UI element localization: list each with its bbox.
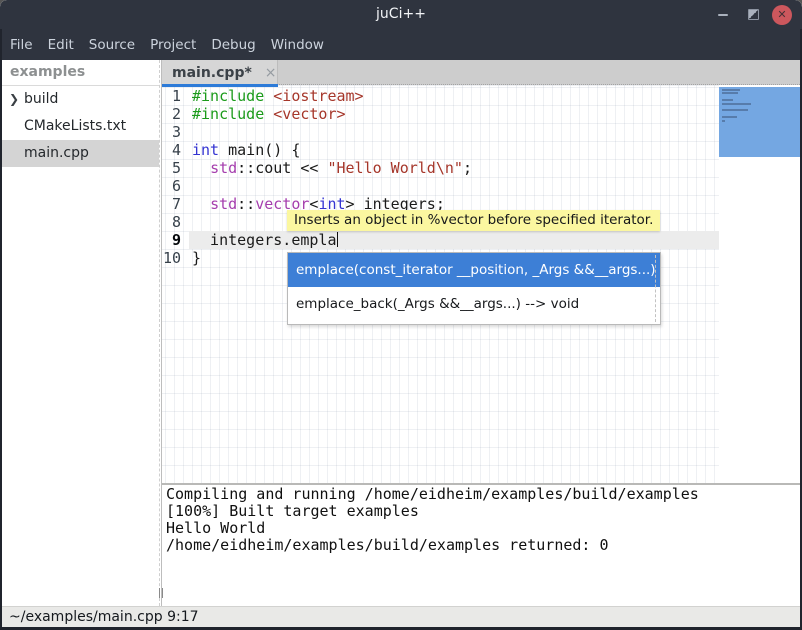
code-line-2[interactable]: 2#include <vector> <box>162 105 719 123</box>
maximize-icon <box>748 9 759 20</box>
minimap-line <box>722 99 733 101</box>
window-controls: ✕ <box>712 0 792 29</box>
minimap-line <box>722 92 738 94</box>
text-cursor <box>337 232 339 247</box>
file-tree: ❯ build CMakeLists.txt main.cpp <box>2 86 159 167</box>
completion-item-1[interactable]: emplace_back(_Args &&__args...) --> void <box>288 287 660 321</box>
minimap <box>719 85 800 483</box>
sidebar-item-main-cpp[interactable]: main.cpp <box>2 140 159 167</box>
window-border-left <box>0 29 2 630</box>
tab-label: main.cpp* <box>162 65 252 81</box>
tab-bar: main.cpp* × <box>162 60 800 85</box>
console-line-2: Hello World <box>166 520 800 537</box>
menu-item-source[interactable]: Source <box>89 37 135 53</box>
file-label: main.cpp <box>24 145 89 161</box>
line-number: 9 <box>162 231 189 249</box>
line-number: 3 <box>162 123 189 141</box>
line-number: 10 <box>162 249 189 267</box>
minimap-slider[interactable] <box>719 87 800 157</box>
menu-bar: File Edit Source Project Debug Window <box>0 29 802 60</box>
code-line-9[interactable]: 9 integers.empla <box>162 231 719 249</box>
file-tree-sidebar: examples ❯ build CMakeLists.txt main.cpp <box>2 60 159 606</box>
maximize-button[interactable] <box>742 4 764 26</box>
minimap-line <box>722 89 740 91</box>
code-line-3[interactable]: 3 <box>162 123 719 141</box>
minimap-line <box>722 120 725 122</box>
line-text: #include <iostream> <box>189 87 719 105</box>
code-lines: 1#include <iostream>2#include <vector>34… <box>162 87 719 267</box>
splitter-grip-icon <box>159 588 160 598</box>
menu-item-file[interactable]: File <box>10 37 33 53</box>
code-line-6[interactable]: 6 <box>162 177 719 195</box>
code-editor[interactable]: 1#include <iostream>2#include <vector>34… <box>162 85 800 483</box>
code-line-4[interactable]: 4int main() { <box>162 141 719 159</box>
minimap-line <box>722 109 748 111</box>
line-number: 6 <box>162 177 189 195</box>
menu-item-debug[interactable]: Debug <box>211 37 255 53</box>
minimize-button[interactable] <box>712 4 734 26</box>
status-file-position: ~/examples/main.cpp 9:17 <box>9 609 199 625</box>
completion-item-0[interactable]: emplace(const_iterator __position, _Args… <box>288 253 660 287</box>
menu-item-edit[interactable]: Edit <box>48 37 74 53</box>
line-text: #include <vector> <box>189 105 719 123</box>
line-text <box>189 177 719 195</box>
active-tab-indicator <box>162 84 278 87</box>
minimap-line <box>722 116 737 118</box>
line-number: 7 <box>162 195 189 213</box>
app-window: juCi++ ✕ File Edit Source Project Debug Windo… <box>0 0 802 630</box>
line-number: 1 <box>162 87 189 105</box>
autocomplete-popup: emplace(const_iterator __position, _Args… <box>287 252 661 325</box>
file-label: CMakeLists.txt <box>24 118 126 134</box>
menu-item-window[interactable]: Window <box>271 37 324 53</box>
line-text: integers.empla <box>189 231 719 249</box>
line-number: 4 <box>162 141 189 159</box>
tab-main-cpp[interactable]: main.cpp* × <box>162 60 278 85</box>
menu-item-project[interactable]: Project <box>150 37 196 53</box>
project-name-header: examples <box>2 60 159 86</box>
sidebar-item-cmakelists-txt[interactable]: CMakeLists.txt <box>2 113 159 140</box>
line-number: 8 <box>162 213 189 231</box>
status-bar: ~/examples/main.cpp 9:17 <box>2 606 800 627</box>
tab-close-icon[interactable]: × <box>265 66 277 80</box>
console-output[interactable]: Compiling and running /home/eidheim/exam… <box>162 485 800 606</box>
minimize-icon <box>718 14 728 16</box>
code-line-1[interactable]: 1#include <iostream> <box>162 87 719 105</box>
line-text: std::cout << "Hello World\n"; <box>189 159 719 177</box>
main-pane: main.cpp* × 1#include <iostream>2#includ… <box>162 60 800 606</box>
doc-tooltip: Inserts an object in %vector before spec… <box>287 210 660 231</box>
line-number: 2 <box>162 105 189 123</box>
console-line-0: Compiling and running /home/eidheim/exam… <box>166 486 800 503</box>
line-number: 5 <box>162 159 189 177</box>
sidebar-splitter[interactable] <box>159 60 162 606</box>
sidebar-item-build[interactable]: ❯ build <box>2 86 159 113</box>
console-line-3: /home/eidheim/examples/build/examples re… <box>166 537 800 554</box>
console-line-1: [100%] Built target examples <box>166 503 800 520</box>
file-label: build <box>24 91 58 107</box>
close-button[interactable]: ✕ <box>772 5 792 25</box>
minimap-line <box>722 103 751 105</box>
line-text: int main() { <box>189 141 719 159</box>
title-bar: juCi++ ✕ <box>0 0 802 29</box>
code-line-5[interactable]: 5 std::cout << "Hello World\n"; <box>162 159 719 177</box>
window-title: juCi++ <box>0 0 802 29</box>
chevron-right-icon[interactable]: ❯ <box>9 86 19 113</box>
close-icon: ✕ <box>777 9 786 20</box>
line-text <box>189 123 719 141</box>
